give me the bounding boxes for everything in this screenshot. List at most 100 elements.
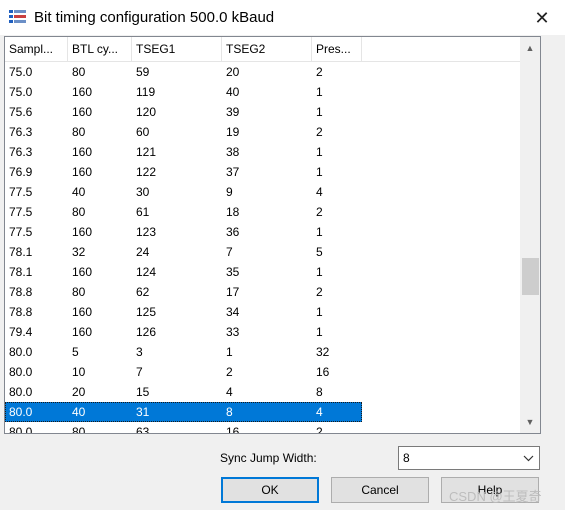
scrollbar-thumb[interactable]	[522, 257, 539, 295]
table-cell: 123	[136, 225, 157, 239]
column-header[interactable]: BTL cy...	[68, 37, 132, 62]
table-cell: 1	[226, 345, 233, 359]
table-cell: 4	[226, 385, 233, 399]
table-cell: 15	[136, 385, 150, 399]
vertical-scrollbar[interactable]: ▲ ▼	[520, 37, 540, 433]
table-cell: 119	[136, 85, 156, 99]
table-cell: 78.8	[9, 305, 33, 319]
sync-jump-width-value: 8	[403, 451, 410, 465]
table-cell: 160	[72, 85, 93, 99]
table-cell: 160	[72, 105, 93, 119]
scroll-up-arrow-icon[interactable]: ▲	[520, 39, 540, 57]
table-row[interactable]: 77.5 160 123 36 1	[5, 222, 520, 242]
table-cell: 80	[72, 285, 86, 299]
table-cell: 16	[316, 365, 330, 379]
table-cell: 2	[316, 125, 323, 139]
table-row[interactable]: 76.9 160 122 37 1	[5, 162, 520, 182]
table-cell: 10	[72, 365, 86, 379]
table-cell: 5	[72, 345, 79, 359]
table-cell: 17	[226, 285, 240, 299]
table-cell: 18	[226, 205, 240, 219]
table-cell: 34	[226, 305, 240, 319]
table-cell: 75.6	[9, 105, 33, 119]
column-header[interactable]: TSEG1	[132, 37, 222, 62]
window-title: Bit timing configuration 500.0 kBaud	[34, 9, 275, 26]
table-cell: 77.5	[9, 225, 33, 239]
table-cell: 1	[316, 265, 323, 279]
column-header[interactable]: Pres...	[312, 37, 362, 62]
table-cell: 32	[72, 245, 86, 259]
table-cell: 63	[136, 425, 150, 434]
table-cell: 40	[226, 85, 240, 99]
table-cell: 80.0	[9, 385, 33, 399]
table-row[interactable]: 78.1 160 124 35 1	[5, 262, 520, 282]
table-row[interactable]: 79.4 160 126 33 1	[5, 322, 520, 342]
table-cell: 80	[72, 205, 86, 219]
table-cell: 62	[136, 285, 150, 299]
table-row[interactable]: 75.0 160 119 40 1	[5, 82, 520, 102]
table-cell: 80	[72, 425, 86, 434]
table-cell: 32	[316, 345, 330, 359]
table-row[interactable]: 75.6 160 120 39 1	[5, 102, 520, 122]
table-cell: 160	[72, 265, 93, 279]
table-cell: 2	[316, 285, 323, 299]
table-row[interactable]: 77.5 80 61 18 2	[5, 202, 520, 222]
table-cell: 5	[316, 245, 323, 259]
table-cell: 2	[316, 205, 323, 219]
table-cell: 76.9	[9, 165, 33, 179]
table-cell: 80	[72, 65, 86, 79]
table-row[interactable]: 80.0 20 15 4 8	[5, 382, 520, 402]
table-cell: 80.0	[9, 365, 33, 379]
table-cell: 75.0	[9, 65, 33, 79]
table-cell: 122	[136, 165, 157, 179]
table-cell: 33	[226, 325, 240, 339]
table-cell: 9	[226, 185, 233, 199]
sync-jump-width-label: Sync Jump Width:	[220, 451, 317, 465]
table-cell: 76.3	[9, 145, 33, 159]
table-cell: 20	[72, 385, 86, 399]
table-cell: 120	[136, 105, 157, 119]
table-cell: 76.3	[9, 125, 33, 139]
table-cell: 8	[316, 385, 323, 399]
close-icon: ✕	[534, 7, 550, 28]
table-cell: 79.4	[9, 325, 33, 339]
table-row[interactable]: 78.1 32 24 7 5	[5, 242, 520, 262]
column-header[interactable]: Sampl...	[5, 37, 68, 62]
table-cell: 36	[226, 225, 240, 239]
table-cell: 1	[316, 145, 323, 159]
table-row[interactable]: 75.0 80 59 20 2	[5, 62, 520, 82]
table-cell: 20	[226, 65, 240, 79]
table-row[interactable]: 78.8 160 125 34 1	[5, 302, 520, 322]
column-header[interactable]: TSEG2	[222, 37, 312, 62]
table-row[interactable]: 80.0 80 63 16 2	[5, 422, 520, 434]
watermark: CSDN @王夏奇	[449, 489, 542, 504]
table-cell: 39	[226, 105, 240, 119]
cancel-button[interactable]: Cancel	[331, 477, 429, 503]
ok-button[interactable]: OK	[221, 477, 319, 503]
table-row-selected[interactable]: 80.0 40 31 8 4	[5, 402, 362, 422]
table-cell: 4	[316, 185, 323, 199]
scroll-down-arrow-icon[interactable]: ▼	[520, 413, 540, 431]
table-cell: 1	[316, 225, 323, 239]
table-row[interactable]: 78.8 80 62 17 2	[5, 282, 520, 302]
table-cell: 80.0	[9, 425, 33, 434]
table-cell: 40	[68, 402, 132, 422]
table-cell: 78.1	[9, 245, 33, 259]
table-row[interactable]: 76.3 160 121 38 1	[5, 142, 520, 162]
table-cell: 2	[316, 65, 323, 79]
table-row[interactable]: 77.5 40 30 9 4	[5, 182, 520, 202]
table-cell: 77.5	[9, 205, 33, 219]
list-header: Sampl... BTL cy... TSEG1 TSEG2 Pres...	[5, 37, 520, 62]
table-row[interactable]: 76.3 80 60 19 2	[5, 122, 520, 142]
table-cell: 80.0	[5, 402, 68, 422]
table-cell: 77.5	[9, 185, 33, 199]
table-cell: 1	[316, 85, 323, 99]
close-button[interactable]: ✕	[519, 0, 565, 36]
sync-jump-width-select[interactable]: 8	[398, 446, 540, 470]
bit-timing-list[interactable]: Sampl... BTL cy... TSEG1 TSEG2 Pres... 75.0 8…	[4, 36, 541, 434]
table-cell: 75.0	[9, 85, 33, 99]
list-body: 75.0 80 59 20 2 75.0 160 119 40 1 75.6 160 120 39 1 76.…	[5, 62, 520, 434]
table-cell: 7	[136, 365, 143, 379]
table-row[interactable]: 80.0 5 3 1 32	[5, 342, 520, 362]
table-row[interactable]: 80.0 10 7 2 16	[5, 362, 520, 382]
